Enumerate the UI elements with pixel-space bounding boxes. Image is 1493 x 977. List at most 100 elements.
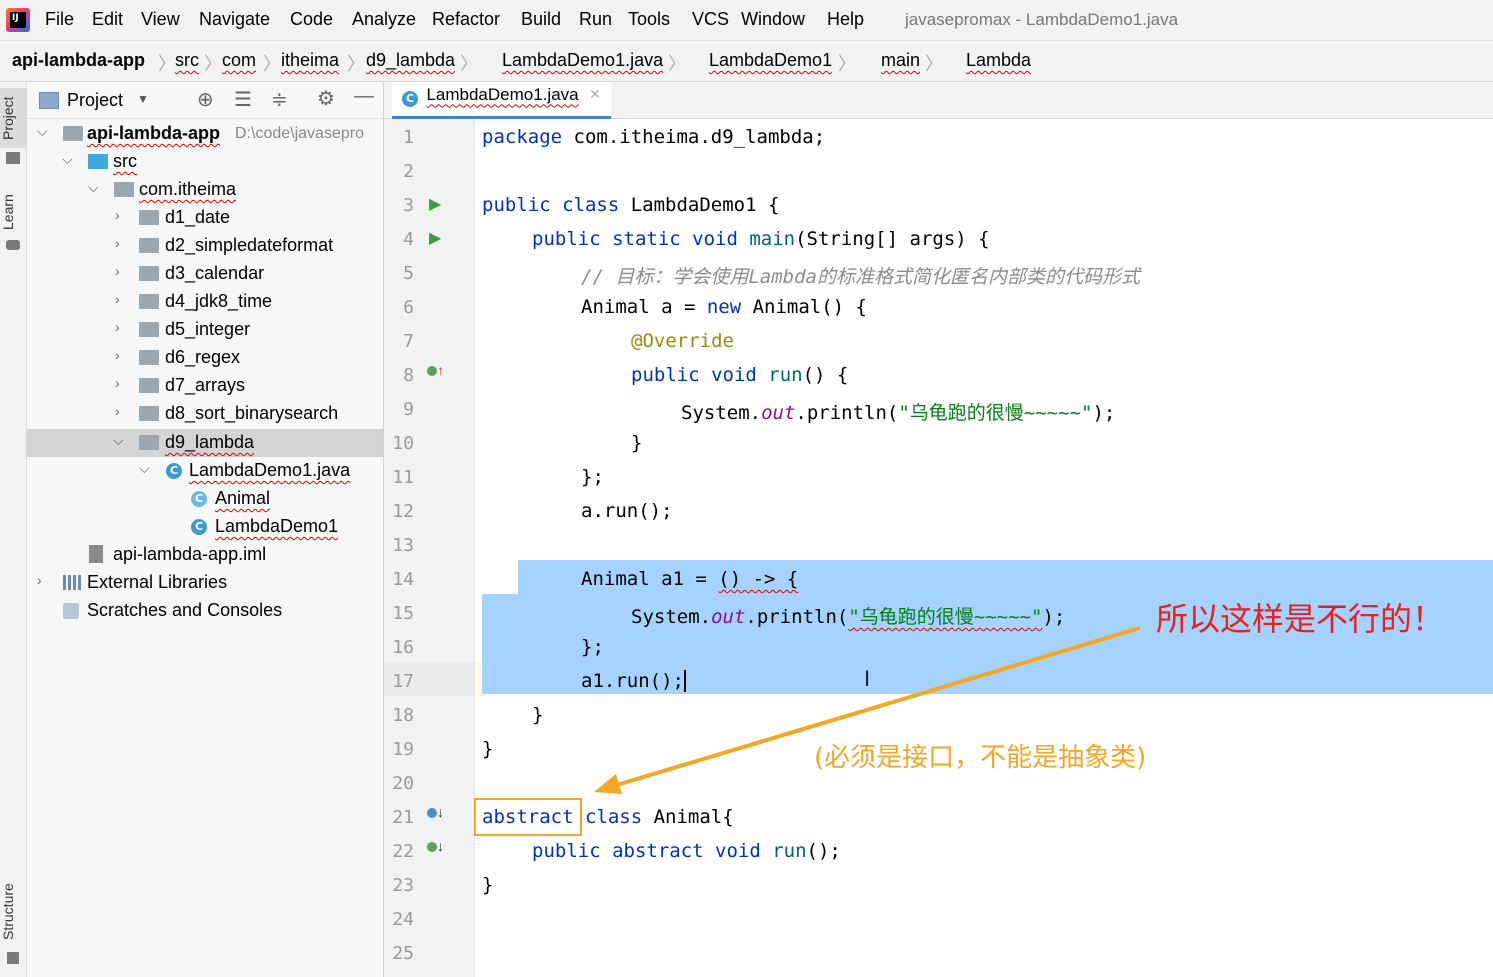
run-icon[interactable]: ▶ (429, 194, 441, 214)
chevron-down-icon[interactable]: ⌵ (88, 179, 99, 196)
chevron-right-icon: 〉 (158, 54, 176, 74)
tree-item-folder[interactable]: › d2_simpledateformat (27, 232, 383, 260)
arrow-down-icon: ↓ (437, 804, 444, 820)
tool-tab-learn[interactable]: Learn (0, 190, 26, 235)
intellij-logo-icon: IJ (6, 8, 30, 32)
breadcrumb-src[interactable]: src (175, 50, 199, 71)
close-icon[interactable]: ✕ (589, 86, 601, 102)
tree-item-folder[interactable]: › d1_date (27, 204, 383, 232)
code-token: (String[] args) { (795, 228, 990, 250)
code-token: main (749, 228, 796, 250)
chevron-right-icon: 〉 (204, 54, 222, 74)
chevron-right-icon: 〉 (460, 54, 478, 74)
project-title[interactable]: Project (67, 90, 123, 111)
editor-tab-active[interactable]: C LambdaDemo1.java ✕ (392, 82, 611, 119)
tree-item-class[interactable]: C LambdaDemo1 (27, 513, 383, 541)
tree-item-file[interactable]: ⌵ C LambdaDemo1.java (27, 457, 383, 485)
implements-icon[interactable] (427, 366, 437, 376)
code-line-5: // 目标：学会使用Lambda的标准格式简化匿名内部类的代码形式 (581, 266, 1140, 288)
run-icon[interactable]: ▶ (429, 228, 441, 248)
package-icon (114, 182, 134, 197)
tree-item-scratches[interactable]: Scratches and Consoles (27, 597, 383, 625)
class-icon: C (191, 519, 207, 535)
breadcrumb-itheima[interactable]: itheima (281, 50, 339, 71)
chevron-down-icon[interactable]: ⌵ (139, 460, 150, 477)
code-token: System. (681, 402, 762, 424)
breadcrumb: api-lambda-app 〉 src 〉 com 〉 itheima 〉 d… (0, 41, 1493, 110)
code-token: out (761, 402, 796, 424)
arrow-annotation (594, 626, 1141, 794)
chevron-right-icon[interactable]: › (115, 291, 120, 307)
code-line-12: a.run(); (581, 500, 673, 522)
chevron-right-icon[interactable]: › (37, 572, 42, 588)
tree-item-class[interactable]: C Animal (27, 485, 383, 513)
chevron-right-icon[interactable]: › (115, 263, 120, 279)
chevron-right-icon[interactable]: › (115, 347, 120, 363)
chevron-down-icon[interactable]: ⌵ (62, 151, 73, 168)
chevron-right-icon[interactable]: › (115, 403, 120, 419)
menu-build[interactable]: Build (521, 9, 561, 30)
menu-navigate[interactable]: Navigate (199, 9, 270, 30)
code-token: public static void (532, 228, 750, 250)
chevron-down-icon[interactable]: ⌵ (113, 432, 124, 449)
breadcrumb-main[interactable]: main (881, 50, 920, 71)
tree-item-folder-selected[interactable]: ⌵ d9_lambda (27, 429, 383, 457)
tree-item-external-libraries[interactable]: › External Libraries (27, 569, 383, 597)
breadcrumb-d9-lambda[interactable]: d9_lambda (366, 50, 455, 71)
menu-view[interactable]: View (141, 9, 180, 30)
breadcrumb-project[interactable]: api-lambda-app (12, 50, 145, 71)
expand-all-icon[interactable]: ☰ (234, 87, 252, 112)
tree-item-folder[interactable]: › d5_integer (27, 316, 383, 344)
locate-icon[interactable]: ⊕ (197, 87, 214, 112)
menu-help[interactable]: Help (827, 9, 864, 30)
chevron-right-icon: 〉 (263, 54, 281, 74)
menu-window[interactable]: Window (741, 9, 805, 30)
implemented-icon[interactable] (427, 808, 437, 818)
chevron-right-icon[interactable]: › (115, 235, 120, 251)
tree-class-label: LambdaDemo1 (215, 516, 339, 536)
chevron-right-icon[interactable]: › (115, 319, 120, 335)
dropdown-arrow-icon[interactable]: ▼ (137, 92, 149, 106)
package-icon (139, 294, 159, 309)
arrow-up-icon: ↑ (437, 362, 444, 378)
implemented-icon[interactable] (427, 842, 437, 852)
menu-vcs[interactable]: VCS (692, 9, 729, 30)
editor[interactable]: C LambdaDemo1.java ✕ 1 2 3 4 5 6 7 8 9 1… (384, 82, 1493, 977)
tree-folder-label: d2_simpledateformat (165, 235, 334, 255)
chevron-down-icon[interactable]: ⌵ (37, 123, 48, 140)
window-title: javasepromax - LambdaDemo1.java (905, 10, 1179, 29)
line-number: 19 (392, 739, 414, 760)
tree-item-folder[interactable]: › d8_sort_binarysearch (27, 400, 383, 428)
tree-item-folder[interactable]: › d4_jdk8_time (27, 288, 383, 316)
tree-item-package[interactable]: ⌵ com.itheima (27, 176, 383, 204)
tree-item-root[interactable]: ⌵ api-lambda-app D:\code\javasepro (27, 120, 383, 148)
tree-item-folder[interactable]: › d3_calendar (27, 260, 383, 288)
menu-code[interactable]: Code (290, 9, 333, 30)
chevron-right-icon[interactable]: › (115, 375, 120, 391)
tool-tab-project[interactable]: Project (0, 88, 26, 148)
collapse-all-icon[interactable]: ≑ (271, 87, 288, 112)
menu-analyze[interactable]: Analyze (352, 9, 416, 30)
tree-item-folder[interactable]: › d7_arrays (27, 372, 383, 400)
menu-refactor[interactable]: Refactor (432, 9, 500, 30)
code-line-21: abstract class Animal{ (474, 798, 734, 836)
breadcrumb-class[interactable]: LambdaDemo1 (709, 50, 832, 71)
menu-tools[interactable]: Tools (628, 9, 670, 30)
abstract-class-icon: C (191, 491, 207, 507)
breadcrumb-com[interactable]: com (222, 50, 256, 71)
tool-tab-structure[interactable]: Structure (0, 877, 26, 947)
editor-tab-bar: C LambdaDemo1.java ✕ (384, 82, 1493, 119)
gear-icon[interactable]: ⚙ (317, 86, 335, 111)
menu-run[interactable]: Run (579, 9, 612, 30)
tree-item-src[interactable]: ⌵ src (27, 148, 383, 176)
minimize-icon[interactable]: — (354, 85, 374, 108)
menu-edit[interactable]: Edit (92, 9, 123, 30)
tree-item-iml[interactable]: api-lambda-app.iml (27, 541, 383, 569)
package-icon (139, 322, 159, 337)
package-icon (139, 238, 159, 253)
menu-file[interactable]: File (45, 9, 74, 30)
chevron-right-icon[interactable]: › (115, 207, 120, 223)
tree-item-folder[interactable]: › d6_regex (27, 344, 383, 372)
breadcrumb-lambda[interactable]: Lambda (966, 50, 1031, 71)
breadcrumb-file[interactable]: LambdaDemo1.java (502, 50, 663, 71)
